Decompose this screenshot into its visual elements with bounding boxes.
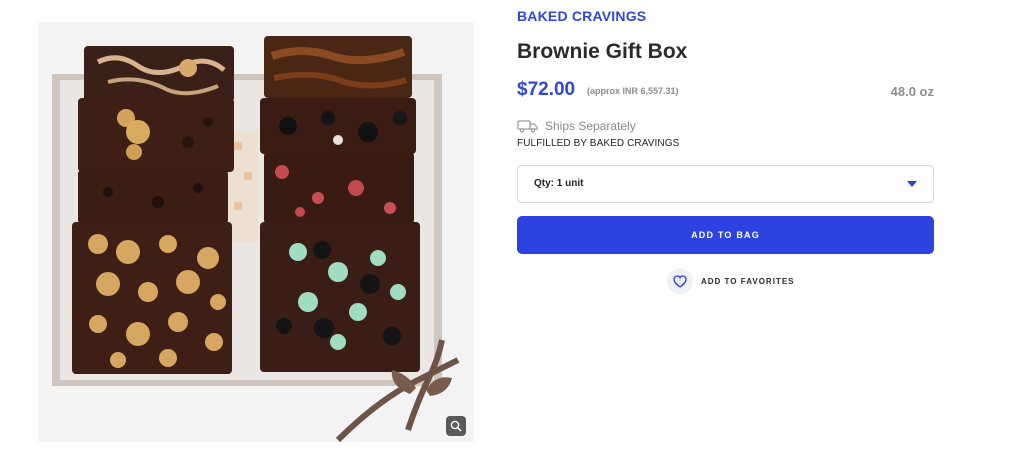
truck-icon <box>517 120 538 133</box>
fulfilled-by-text: FULFILLED BY BAKED CRAVINGS <box>517 138 680 149</box>
product-price: $72.00 <box>517 79 576 100</box>
zoom-button[interactable] <box>446 416 466 436</box>
caret-down-icon <box>907 181 917 187</box>
shipping-info: Ships Separately <box>517 118 636 134</box>
product-image[interactable] <box>38 22 474 442</box>
ships-separately-text: Ships Separately <box>545 119 636 133</box>
brand-link[interactable]: BAKED CRAVINGS <box>517 8 646 24</box>
product-weight: 48.0 oz <box>890 84 934 99</box>
price-approx: (approx INR 6,557.31) <box>587 86 679 96</box>
product-page: BAKED CRAVINGS Brownie Gift Box $72.00 (… <box>0 0 1024 468</box>
price-row: $72.00 (approx INR 6,557.31) 48.0 oz <box>517 79 934 105</box>
add-to-favorites-label: ADD TO FAVORITES <box>701 276 795 286</box>
add-to-bag-button[interactable]: ADD TO BAG <box>517 216 934 254</box>
quantity-value: Qty: 1 unit <box>534 178 584 189</box>
add-to-favorites-button[interactable]: ADD TO FAVORITES <box>667 268 795 294</box>
quantity-select[interactable]: Qty: 1 unit <box>517 165 934 203</box>
favorite-circle <box>667 268 693 294</box>
brownie-box-photo <box>38 22 474 442</box>
heart-icon <box>673 274 687 288</box>
zoom-icon <box>450 420 462 432</box>
product-title: Brownie Gift Box <box>517 40 688 63</box>
